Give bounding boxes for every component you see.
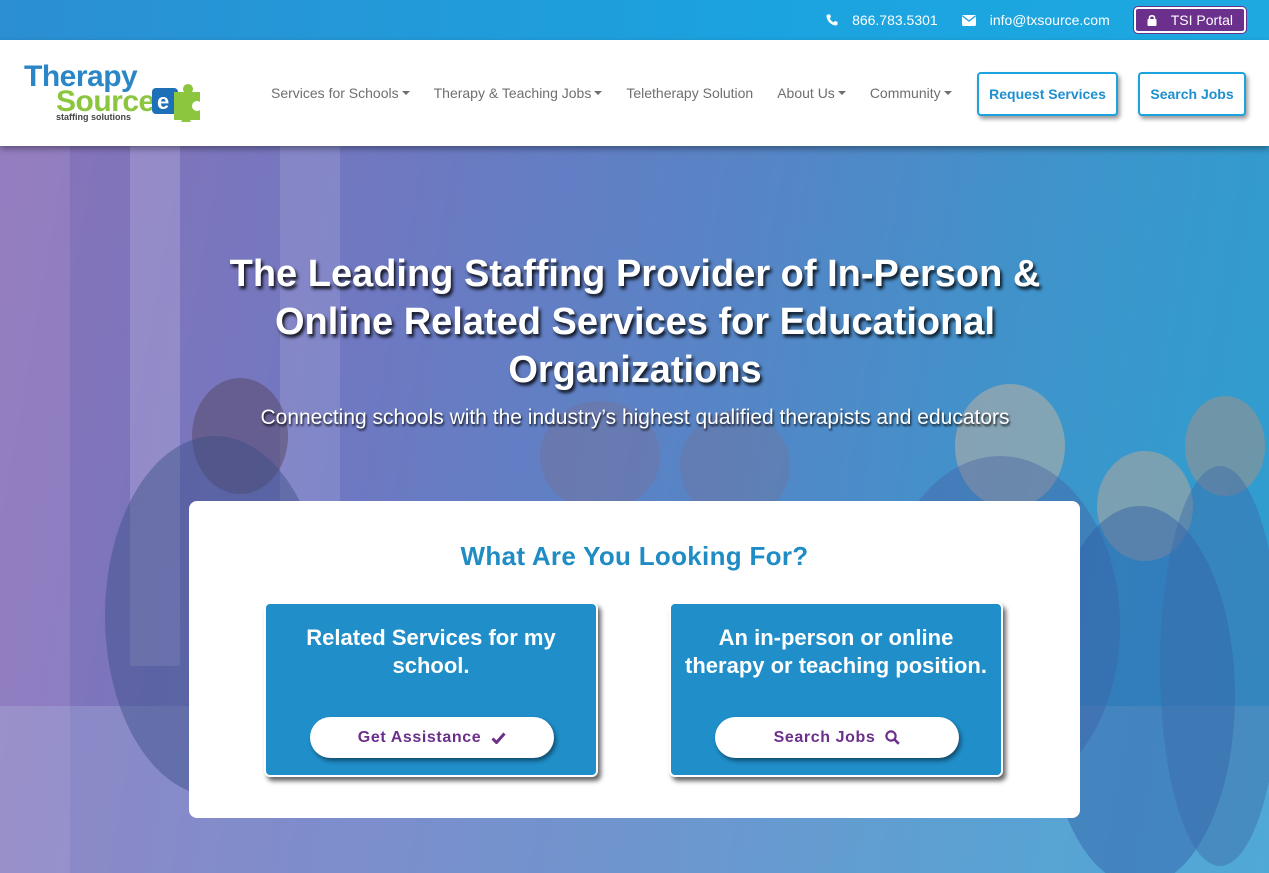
nav-services-for-schools[interactable]: Services for Schools xyxy=(271,85,410,101)
phone-number: 866.783.5301 xyxy=(852,12,938,28)
chevron-down-icon xyxy=(401,91,410,95)
chevron-down-icon xyxy=(594,91,603,95)
nav-label: Community xyxy=(869,85,941,101)
svg-text:e: e xyxy=(157,89,169,114)
main-menu: Services for Schools Therapy & Teaching … xyxy=(271,40,976,146)
main-navbar: Therapy Source staffing solutions e Serv… xyxy=(0,40,1269,146)
chevron-down-icon xyxy=(943,91,952,95)
therapy-source-logo[interactable]: Therapy Source staffing solutions e xyxy=(24,60,206,126)
phone-link[interactable]: 866.783.5301 xyxy=(826,12,938,28)
request-services-button[interactable]: Request Services xyxy=(977,72,1118,116)
nav-about-us[interactable]: About Us xyxy=(777,85,846,101)
schools-card-text: Related Services for my school. xyxy=(306,625,556,678)
tsi-portal-button[interactable]: TSI Portal xyxy=(1133,7,1246,33)
get-assistance-button[interactable]: Get Assistance xyxy=(310,717,554,758)
jobs-card: An in-person or online therapy or teachi… xyxy=(669,602,1003,777)
top-bar: 866.783.5301 info@txsource.com TSI Porta… xyxy=(0,0,1269,40)
nav-label: Therapy & Teaching Jobs xyxy=(433,85,592,101)
envelope-icon xyxy=(961,14,976,26)
logo-tagline: staffing solutions xyxy=(56,112,131,122)
phone-icon xyxy=(826,14,838,26)
panel-heading: What Are You Looking For? xyxy=(460,541,809,571)
tsi-portal-label: TSI Portal xyxy=(1170,12,1233,28)
nav-teletherapy-solution[interactable]: Teletherapy Solution xyxy=(626,85,753,101)
search-icon xyxy=(885,730,901,745)
jobs-card-text: An in-person or online therapy or teachi… xyxy=(685,625,987,678)
nav-therapy-teaching-jobs[interactable]: Therapy & Teaching Jobs xyxy=(434,85,603,101)
schools-card: Related Services for my school. Get Assi… xyxy=(264,602,598,777)
get-assistance-label: Get Assistance xyxy=(357,728,482,746)
search-jobs-card-label: Search Jobs xyxy=(773,728,876,746)
hero-title: The Leading Staffing Provider of In-Pers… xyxy=(229,253,1041,391)
chevron-down-icon xyxy=(837,91,846,95)
search-jobs-button[interactable]: Search Jobs xyxy=(1138,72,1246,116)
nav-label: Teletherapy Solution xyxy=(626,85,754,101)
hero-subtitle: Connecting schools with the industry’s h… xyxy=(260,406,1010,429)
lock-icon xyxy=(1147,14,1157,26)
check-icon xyxy=(491,732,506,744)
search-jobs-card-button[interactable]: Search Jobs xyxy=(715,717,959,758)
hero-section: The Leading Staffing Provider of In-Pers… xyxy=(0,146,1269,873)
nav-label: Services for Schools xyxy=(271,85,399,101)
email-address: info@txsource.com xyxy=(989,12,1110,28)
puzzle-piece-icon: e xyxy=(152,84,200,122)
nav-community[interactable]: Community xyxy=(870,85,952,101)
nav-label: About Us xyxy=(777,85,835,101)
email-link[interactable]: info@txsource.com xyxy=(961,12,1110,28)
looking-for-panel: What Are You Looking For? Related Servic… xyxy=(189,501,1080,818)
